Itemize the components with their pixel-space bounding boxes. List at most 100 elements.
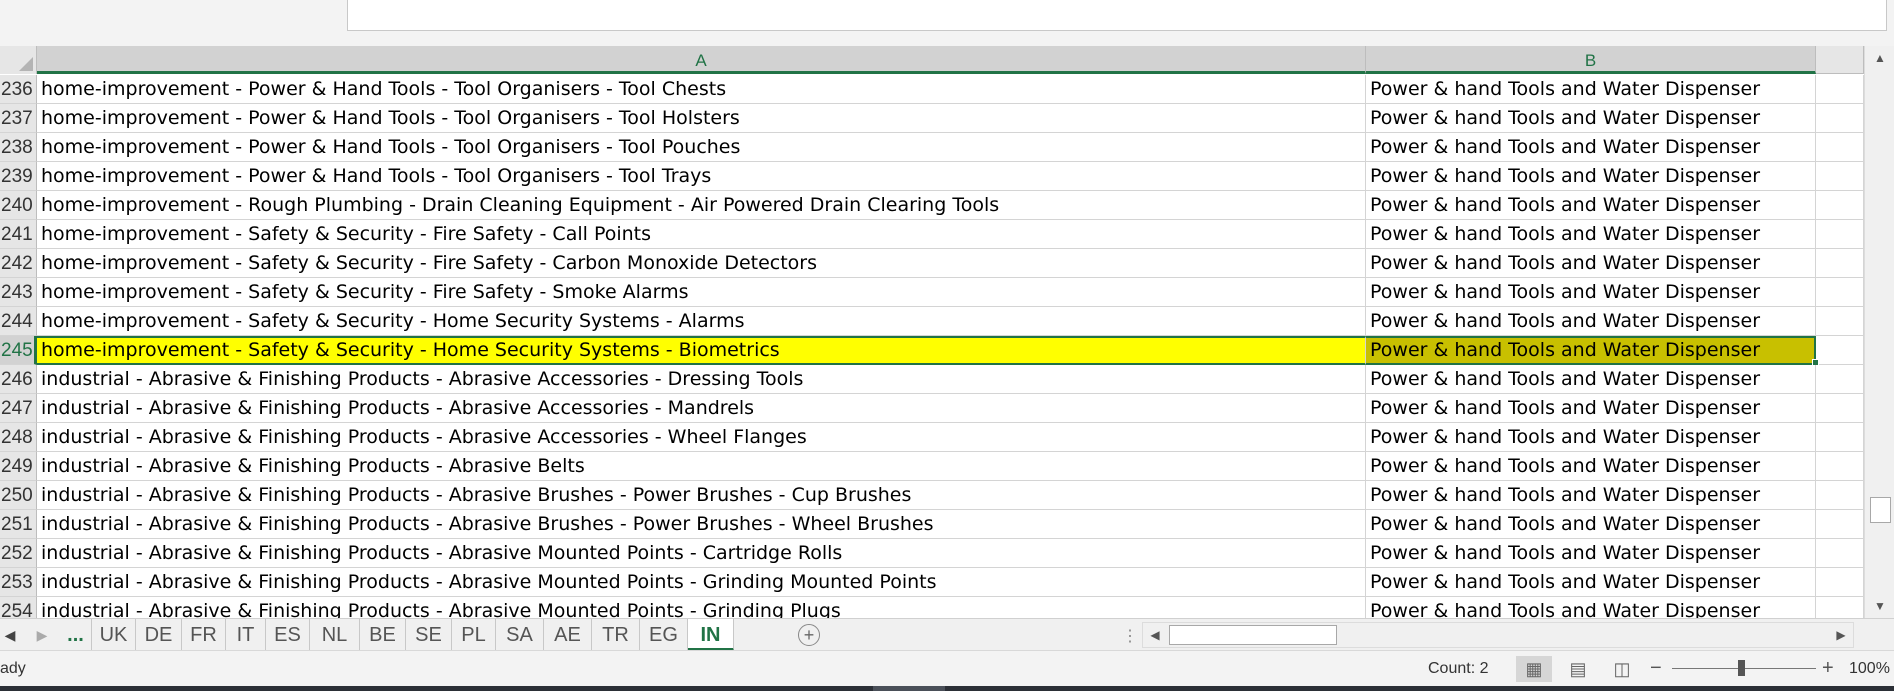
formula-input[interactable] (347, 0, 1887, 31)
cell-c[interactable] (1816, 220, 1864, 249)
tab-scroll-right-icon[interactable]: ▶ (34, 619, 50, 651)
sheet-tab-it[interactable]: IT (226, 619, 266, 651)
cell-b[interactable]: Power & hand Tools and Water Dispenser (1366, 220, 1816, 249)
cell-a[interactable]: industrial - Abrasive & Finishing Produc… (37, 539, 1366, 568)
row-header[interactable]: 238 (0, 133, 37, 162)
sheet-tab-se[interactable]: SE (406, 619, 452, 651)
scroll-down-icon[interactable]: ▼ (1865, 594, 1894, 618)
taskbar-item[interactable] (873, 686, 945, 691)
cell-a[interactable]: industrial - Abrasive & Finishing Produc… (37, 423, 1366, 452)
split-handle-icon[interactable]: ⋮ (1122, 626, 1138, 646)
cell-c[interactable] (1816, 249, 1864, 278)
sheet-tab-uk[interactable]: UK (92, 619, 136, 651)
cell-c[interactable] (1816, 365, 1864, 394)
cell-a[interactable]: home-improvement - Safety & Security - H… (37, 336, 1366, 365)
sheet-tab-be[interactable]: BE (360, 619, 406, 651)
row-header[interactable]: 247 (0, 394, 37, 423)
cell-b[interactable]: Power & hand Tools and Water Dispenser (1366, 539, 1816, 568)
row-header[interactable]: 248 (0, 423, 37, 452)
row-header[interactable]: 254 (0, 597, 37, 618)
cell-c[interactable] (1816, 452, 1864, 481)
cell-a[interactable]: home-improvement - Power & Hand Tools - … (37, 104, 1366, 133)
page-break-view-icon[interactable]: ◫ (1604, 656, 1640, 682)
zoom-level[interactable]: 100% (1849, 651, 1890, 687)
cell-c[interactable] (1816, 133, 1864, 162)
row-header[interactable]: 240 (0, 191, 37, 220)
sheet-tab-es[interactable]: ES (266, 619, 310, 651)
cell-b[interactable]: Power & hand Tools and Water Dispenser (1366, 510, 1816, 539)
sheet-tab-more[interactable]: ... (60, 619, 92, 651)
row-header[interactable]: 252 (0, 539, 37, 568)
select-all-button[interactable] (0, 46, 37, 74)
sheet-tab-sa[interactable]: SA (496, 619, 544, 651)
cell-a[interactable]: home-improvement - Power & Hand Tools - … (37, 162, 1366, 191)
cell-c[interactable] (1816, 191, 1864, 220)
cell-c[interactable] (1816, 278, 1864, 307)
row-header[interactable]: 241 (0, 220, 37, 249)
column-header-b[interactable]: B (1366, 46, 1816, 74)
zoom-in-button[interactable]: + (1822, 651, 1834, 685)
cell-a[interactable]: industrial - Abrasive & Finishing Produc… (37, 510, 1366, 539)
cell-a[interactable]: home-improvement - Safety & Security - F… (37, 278, 1366, 307)
cell-b[interactable]: Power & hand Tools and Water Dispenser (1366, 191, 1816, 220)
horizontal-scroll-thumb[interactable] (1169, 625, 1337, 645)
sheet-tab-tr[interactable]: TR (592, 619, 640, 651)
cell-b[interactable]: Power & hand Tools and Water Dispenser (1366, 307, 1816, 336)
cell-b[interactable]: Power & hand Tools and Water Dispenser (1366, 162, 1816, 191)
cell-a[interactable]: industrial - Abrasive & Finishing Produc… (37, 452, 1366, 481)
cell-c[interactable] (1816, 75, 1864, 104)
sheet-tab-pl[interactable]: PL (452, 619, 496, 651)
cell-c[interactable] (1816, 510, 1864, 539)
sheet-tab-de[interactable]: DE (136, 619, 182, 651)
cell-a[interactable]: home-improvement - Rough Plumbing - Drai… (37, 191, 1366, 220)
cell-a[interactable]: industrial - Abrasive & Finishing Produc… (37, 568, 1366, 597)
row-header[interactable]: 242 (0, 249, 37, 278)
cell-b[interactable]: Power & hand Tools and Water Dispenser (1366, 568, 1816, 597)
row-header[interactable]: 253 (0, 568, 37, 597)
row-header[interactable]: 236 (0, 75, 37, 104)
cell-c[interactable] (1816, 597, 1864, 618)
row-header[interactable]: 239 (0, 162, 37, 191)
cell-a[interactable]: industrial - Abrasive & Finishing Produc… (37, 365, 1366, 394)
cell-b[interactable]: Power & hand Tools and Water Dispenser (1366, 249, 1816, 278)
cell-c[interactable] (1816, 104, 1864, 133)
row-header[interactable]: 237 (0, 104, 37, 133)
sheet-tab-fr[interactable]: FR (182, 619, 226, 651)
cell-b[interactable]: Power & hand Tools and Water Dispenser (1366, 278, 1816, 307)
cell-a[interactable]: home-improvement - Safety & Security - F… (37, 249, 1366, 278)
row-header[interactable]: 250 (0, 481, 37, 510)
cell-b[interactable]: Power & hand Tools and Water Dispenser (1366, 481, 1816, 510)
cell-a[interactable]: home-improvement - Safety & Security - F… (37, 220, 1366, 249)
tab-scroll-left-icon[interactable]: ◀ (2, 619, 18, 651)
vertical-scrollbar[interactable]: ▲ ▼ (1864, 46, 1894, 618)
page-layout-view-icon[interactable]: ▤ (1560, 656, 1596, 682)
cell-b[interactable]: Power & hand Tools and Water Dispenser (1366, 365, 1816, 394)
vertical-scroll-thumb[interactable] (1870, 497, 1891, 523)
cell-a[interactable]: home-improvement - Power & Hand Tools - … (37, 133, 1366, 162)
cell-b[interactable]: Power & hand Tools and Water Dispenser (1366, 597, 1816, 618)
cell-b[interactable]: Power & hand Tools and Water Dispenser (1366, 423, 1816, 452)
cell-a[interactable]: industrial - Abrasive & Finishing Produc… (37, 394, 1366, 423)
sheet-tab-in[interactable]: IN (688, 619, 734, 651)
cell-a[interactable]: industrial - Abrasive & Finishing Produc… (37, 597, 1366, 618)
zoom-slider-knob[interactable] (1738, 660, 1745, 676)
cell-b[interactable]: Power & hand Tools and Water Dispenser (1366, 75, 1816, 104)
cell-c[interactable] (1816, 539, 1864, 568)
zoom-out-button[interactable]: − (1650, 651, 1662, 685)
row-header[interactable]: 246 (0, 365, 37, 394)
cell-c[interactable] (1816, 568, 1864, 597)
column-header-a[interactable]: A (37, 46, 1366, 74)
row-header[interactable]: 245 (0, 336, 37, 365)
cell-c[interactable] (1816, 336, 1864, 365)
add-sheet-icon[interactable]: + (798, 624, 820, 646)
cell-b[interactable]: Power & hand Tools and Water Dispenser (1366, 336, 1816, 365)
cell-c[interactable] (1816, 423, 1864, 452)
cell-c[interactable] (1816, 307, 1864, 336)
scroll-right-icon[interactable]: ▶ (1829, 623, 1853, 647)
scroll-up-icon[interactable]: ▲ (1865, 46, 1894, 70)
cell-b[interactable]: Power & hand Tools and Water Dispenser (1366, 104, 1816, 133)
cell-c[interactable] (1816, 481, 1864, 510)
cell-c[interactable] (1816, 394, 1864, 423)
row-header[interactable]: 243 (0, 278, 37, 307)
sheet-tab-eg[interactable]: EG (640, 619, 688, 651)
